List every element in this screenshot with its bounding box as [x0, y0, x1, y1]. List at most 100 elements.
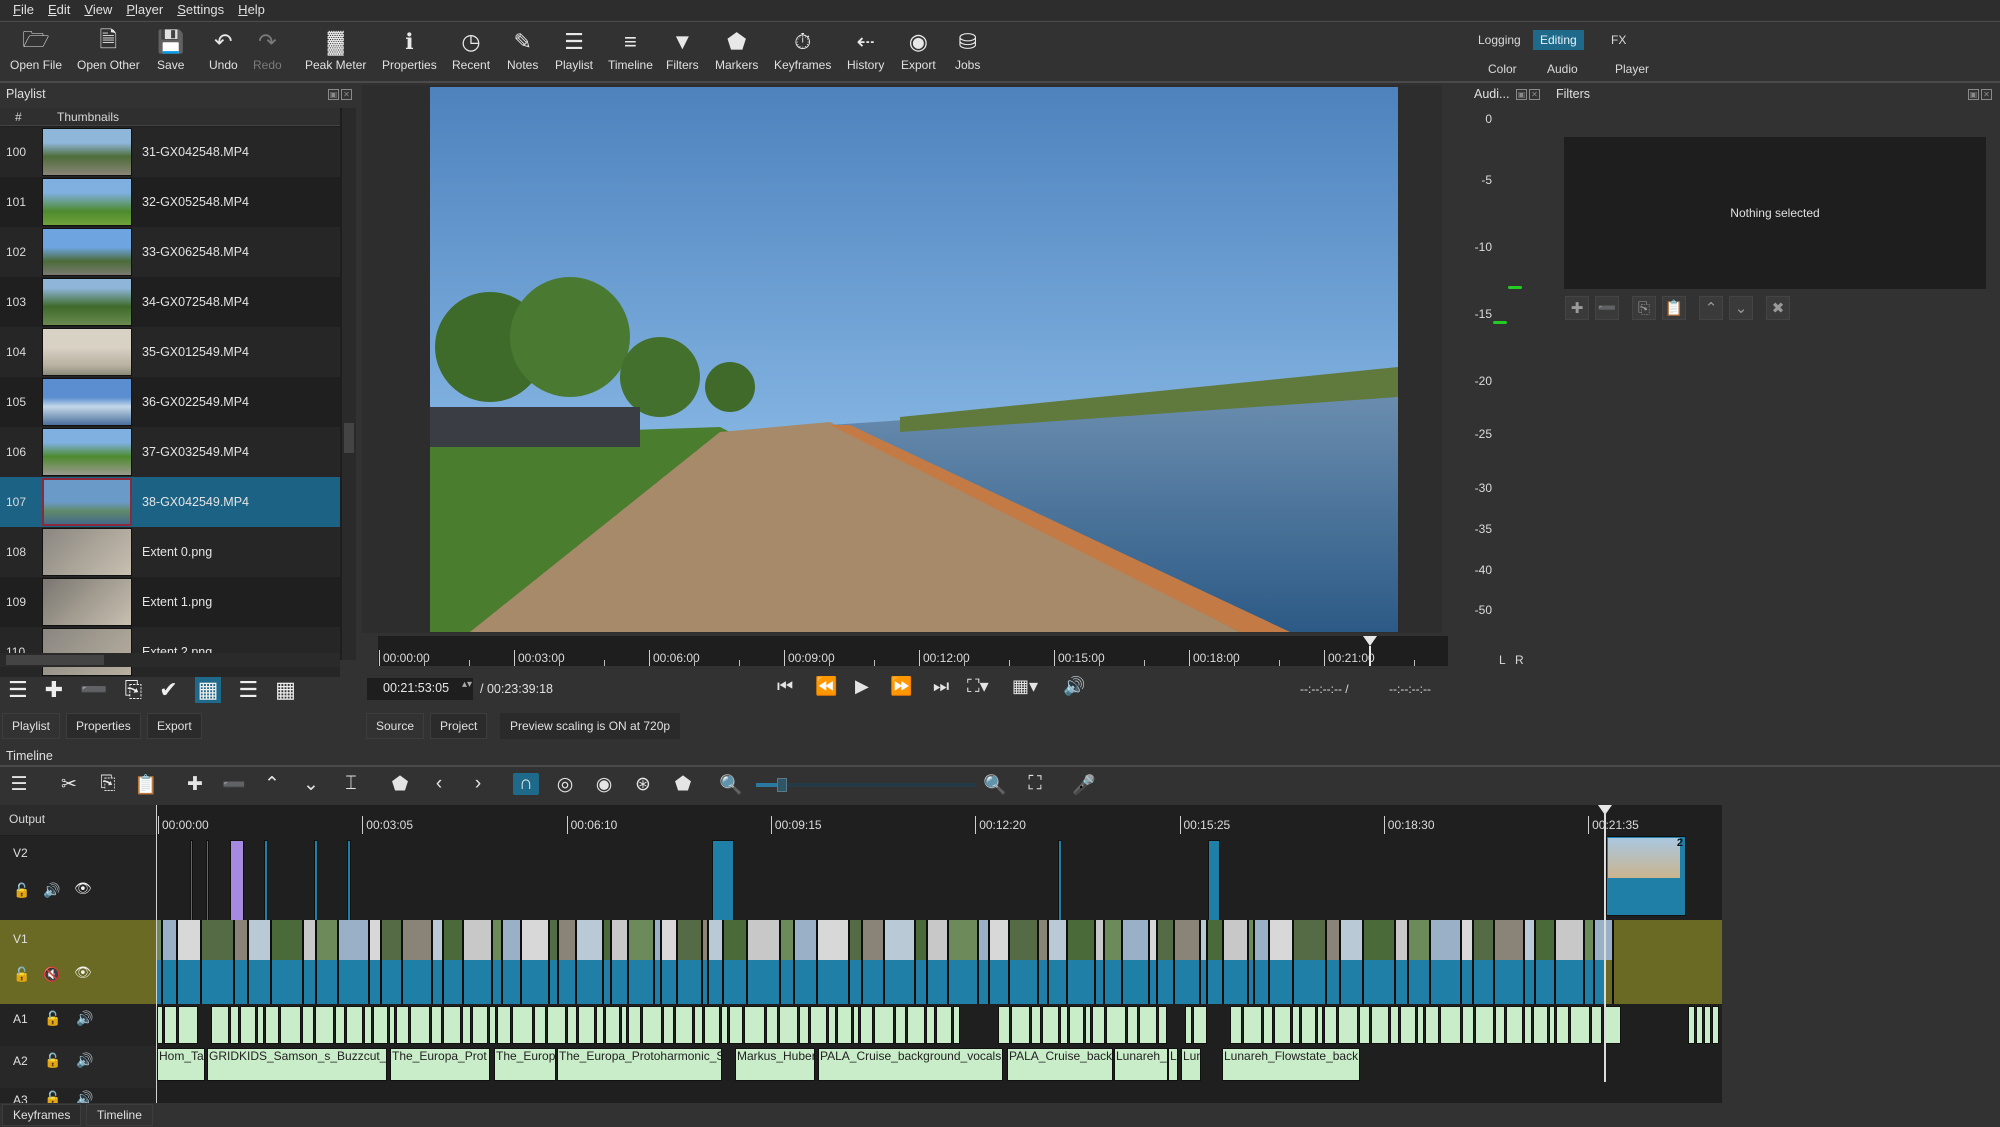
a1-clip[interactable] [302, 1006, 314, 1044]
a1-clip[interactable] [1042, 1006, 1059, 1044]
tab-playlist[interactable]: Playlist [2, 713, 61, 739]
timeline-ruler[interactable]: 00:00:00 00:03:05 00:06:10 00:09:15 00:12:20… [157, 805, 1722, 835]
timeline-button[interactable]: ≡ Timeline [608, 28, 653, 72]
a1-clip[interactable] [462, 1006, 471, 1044]
a1-clip[interactable] [1524, 1006, 1532, 1044]
visibility-eye-icon[interactable]: 👁 [74, 964, 92, 981]
a1-clip[interactable] [1263, 1006, 1273, 1044]
a1-clip[interactable] [280, 1006, 301, 1044]
a1-clip[interactable] [1193, 1006, 1207, 1044]
v1-clip[interactable] [1396, 920, 1409, 1004]
tab-export[interactable]: Export [147, 713, 202, 739]
next-marker-icon[interactable]: › [465, 773, 491, 795]
a1-clip[interactable] [443, 1006, 461, 1044]
track-header-v2[interactable]: V2 🔓 🔊 👁 [0, 836, 156, 920]
a1-clip[interactable] [1092, 1006, 1105, 1044]
a1-clip[interactable] [1158, 1006, 1167, 1044]
playlist-row[interactable]: 100 31-GX042548.MP4 [0, 127, 340, 177]
v1-clip[interactable] [1158, 920, 1175, 1004]
icons-view-icon[interactable]: ▦ [275, 677, 296, 703]
a1-clip[interactable] [860, 1006, 873, 1044]
v1-clip[interactable] [662, 920, 678, 1004]
add-filter-icon[interactable]: ✚ [1565, 296, 1589, 320]
a1-clip[interactable] [534, 1006, 546, 1044]
v1-clip[interactable] [577, 920, 604, 1004]
a1-clip[interactable] [335, 1006, 345, 1044]
lock-icon[interactable]: 🔓 [44, 1010, 61, 1027]
tab-timeline[interactable]: Timeline [86, 1104, 153, 1126]
a1-clip[interactable] [1069, 1006, 1084, 1044]
lock-icon[interactable]: 🔓 [13, 882, 30, 899]
v1-clip[interactable] [724, 920, 748, 1004]
a1-clip[interactable] [1324, 1006, 1337, 1044]
v1-clip[interactable] [1556, 920, 1585, 1004]
a2-clip[interactable]: Lunareh_Flowstate_back [1222, 1048, 1360, 1081]
playlist-button[interactable]: ☰ Playlist [555, 28, 593, 72]
a1-clip[interactable] [164, 1006, 177, 1044]
v1-clip[interactable] [1364, 920, 1396, 1004]
visibility-eye-icon[interactable]: 👁 [74, 880, 92, 897]
v1-clip[interactable] [272, 920, 304, 1004]
zoom-slider[interactable] [756, 778, 976, 792]
a1-clip[interactable] [675, 1006, 693, 1044]
a1-clip[interactable] [1185, 1006, 1192, 1044]
a1-clip[interactable] [1338, 1006, 1358, 1044]
zoom-slider-handle[interactable] [777, 778, 788, 792]
a1-clip[interactable] [895, 1006, 906, 1044]
a1-clip[interactable] [810, 1006, 827, 1044]
a1-clip[interactable] [1230, 1006, 1242, 1044]
v1-clip[interactable] [655, 920, 662, 1004]
a2-clip[interactable]: Lun [1181, 1048, 1201, 1081]
a1-clip[interactable] [1011, 1006, 1030, 1044]
playlist-row[interactable]: 108 Extent 0.png [0, 527, 340, 577]
a1-clip[interactable] [998, 1006, 1010, 1044]
v1-clip[interactable] [818, 920, 850, 1004]
move-up-icon[interactable]: ⌃ [1699, 296, 1723, 320]
a1-clip[interactable] [489, 1006, 496, 1044]
scrollbar-thumb[interactable] [6, 655, 104, 665]
a1-clip[interactable] [1371, 1006, 1389, 1044]
v1-clip[interactable] [1536, 920, 1556, 1004]
v1-clip[interactable] [1224, 920, 1249, 1004]
v1-clip[interactable] [1294, 920, 1327, 1004]
v1-clip[interactable] [550, 920, 559, 1004]
a1-clip[interactable] [744, 1006, 765, 1044]
a1-clip[interactable] [315, 1006, 334, 1044]
a1-clip[interactable] [431, 1006, 442, 1044]
v1-clip[interactable] [1255, 920, 1270, 1004]
v1-clip[interactable] [1123, 920, 1150, 1004]
menu-view[interactable]: View [77, 0, 119, 20]
marker-icon[interactable]: ⬟ [387, 773, 413, 796]
copy-icon[interactable]: ⎘ [95, 773, 121, 795]
v1-clip[interactable] [604, 920, 612, 1004]
mute-icon[interactable]: 🔊 [76, 1090, 93, 1103]
a1-clip[interactable] [596, 1006, 604, 1044]
a1-clip[interactable] [1696, 1006, 1703, 1044]
v2-clip[interactable] [314, 840, 318, 922]
playlist-row[interactable]: 105 36-GX022549.MP4 [0, 377, 340, 427]
v1-clip[interactable] [493, 920, 503, 1004]
mute-icon[interactable]: 🔊 [76, 1010, 93, 1027]
zoom-fit-icon[interactable]: ⛶▾ [967, 676, 989, 697]
scrubber-playhead[interactable] [1363, 636, 1377, 646]
a1-clip[interactable] [605, 1006, 620, 1044]
remove-icon[interactable]: ➖ [80, 677, 107, 703]
deselect-filter-icon[interactable]: ✖ [1766, 296, 1790, 320]
a1-clip[interactable] [907, 1006, 925, 1044]
snap-magnet-icon[interactable]: ∩ [513, 773, 539, 795]
a1-clip[interactable] [694, 1006, 703, 1044]
tab-keyframes[interactable]: Keyframes [2, 1104, 82, 1126]
a2-clip[interactable]: PALA_Cruise_back [1007, 1048, 1113, 1081]
a1-clip[interactable] [1139, 1006, 1157, 1044]
a1-clip[interactable] [853, 1006, 859, 1044]
v1-clip[interactable] [1462, 920, 1474, 1004]
a1-clip[interactable] [1390, 1006, 1399, 1044]
v1-clip[interactable] [1495, 920, 1525, 1004]
v1-clip[interactable] [748, 920, 781, 1004]
v2-clip[interactable] [264, 840, 268, 922]
a1-clip[interactable] [1031, 1006, 1041, 1044]
notes-button[interactable]: ✎ Notes [507, 28, 538, 72]
add-icon[interactable]: ✚ [45, 677, 63, 703]
playlist-row[interactable]: 103 34-GX072548.MP4 [0, 277, 340, 327]
a1-clip[interactable] [1317, 1006, 1323, 1044]
